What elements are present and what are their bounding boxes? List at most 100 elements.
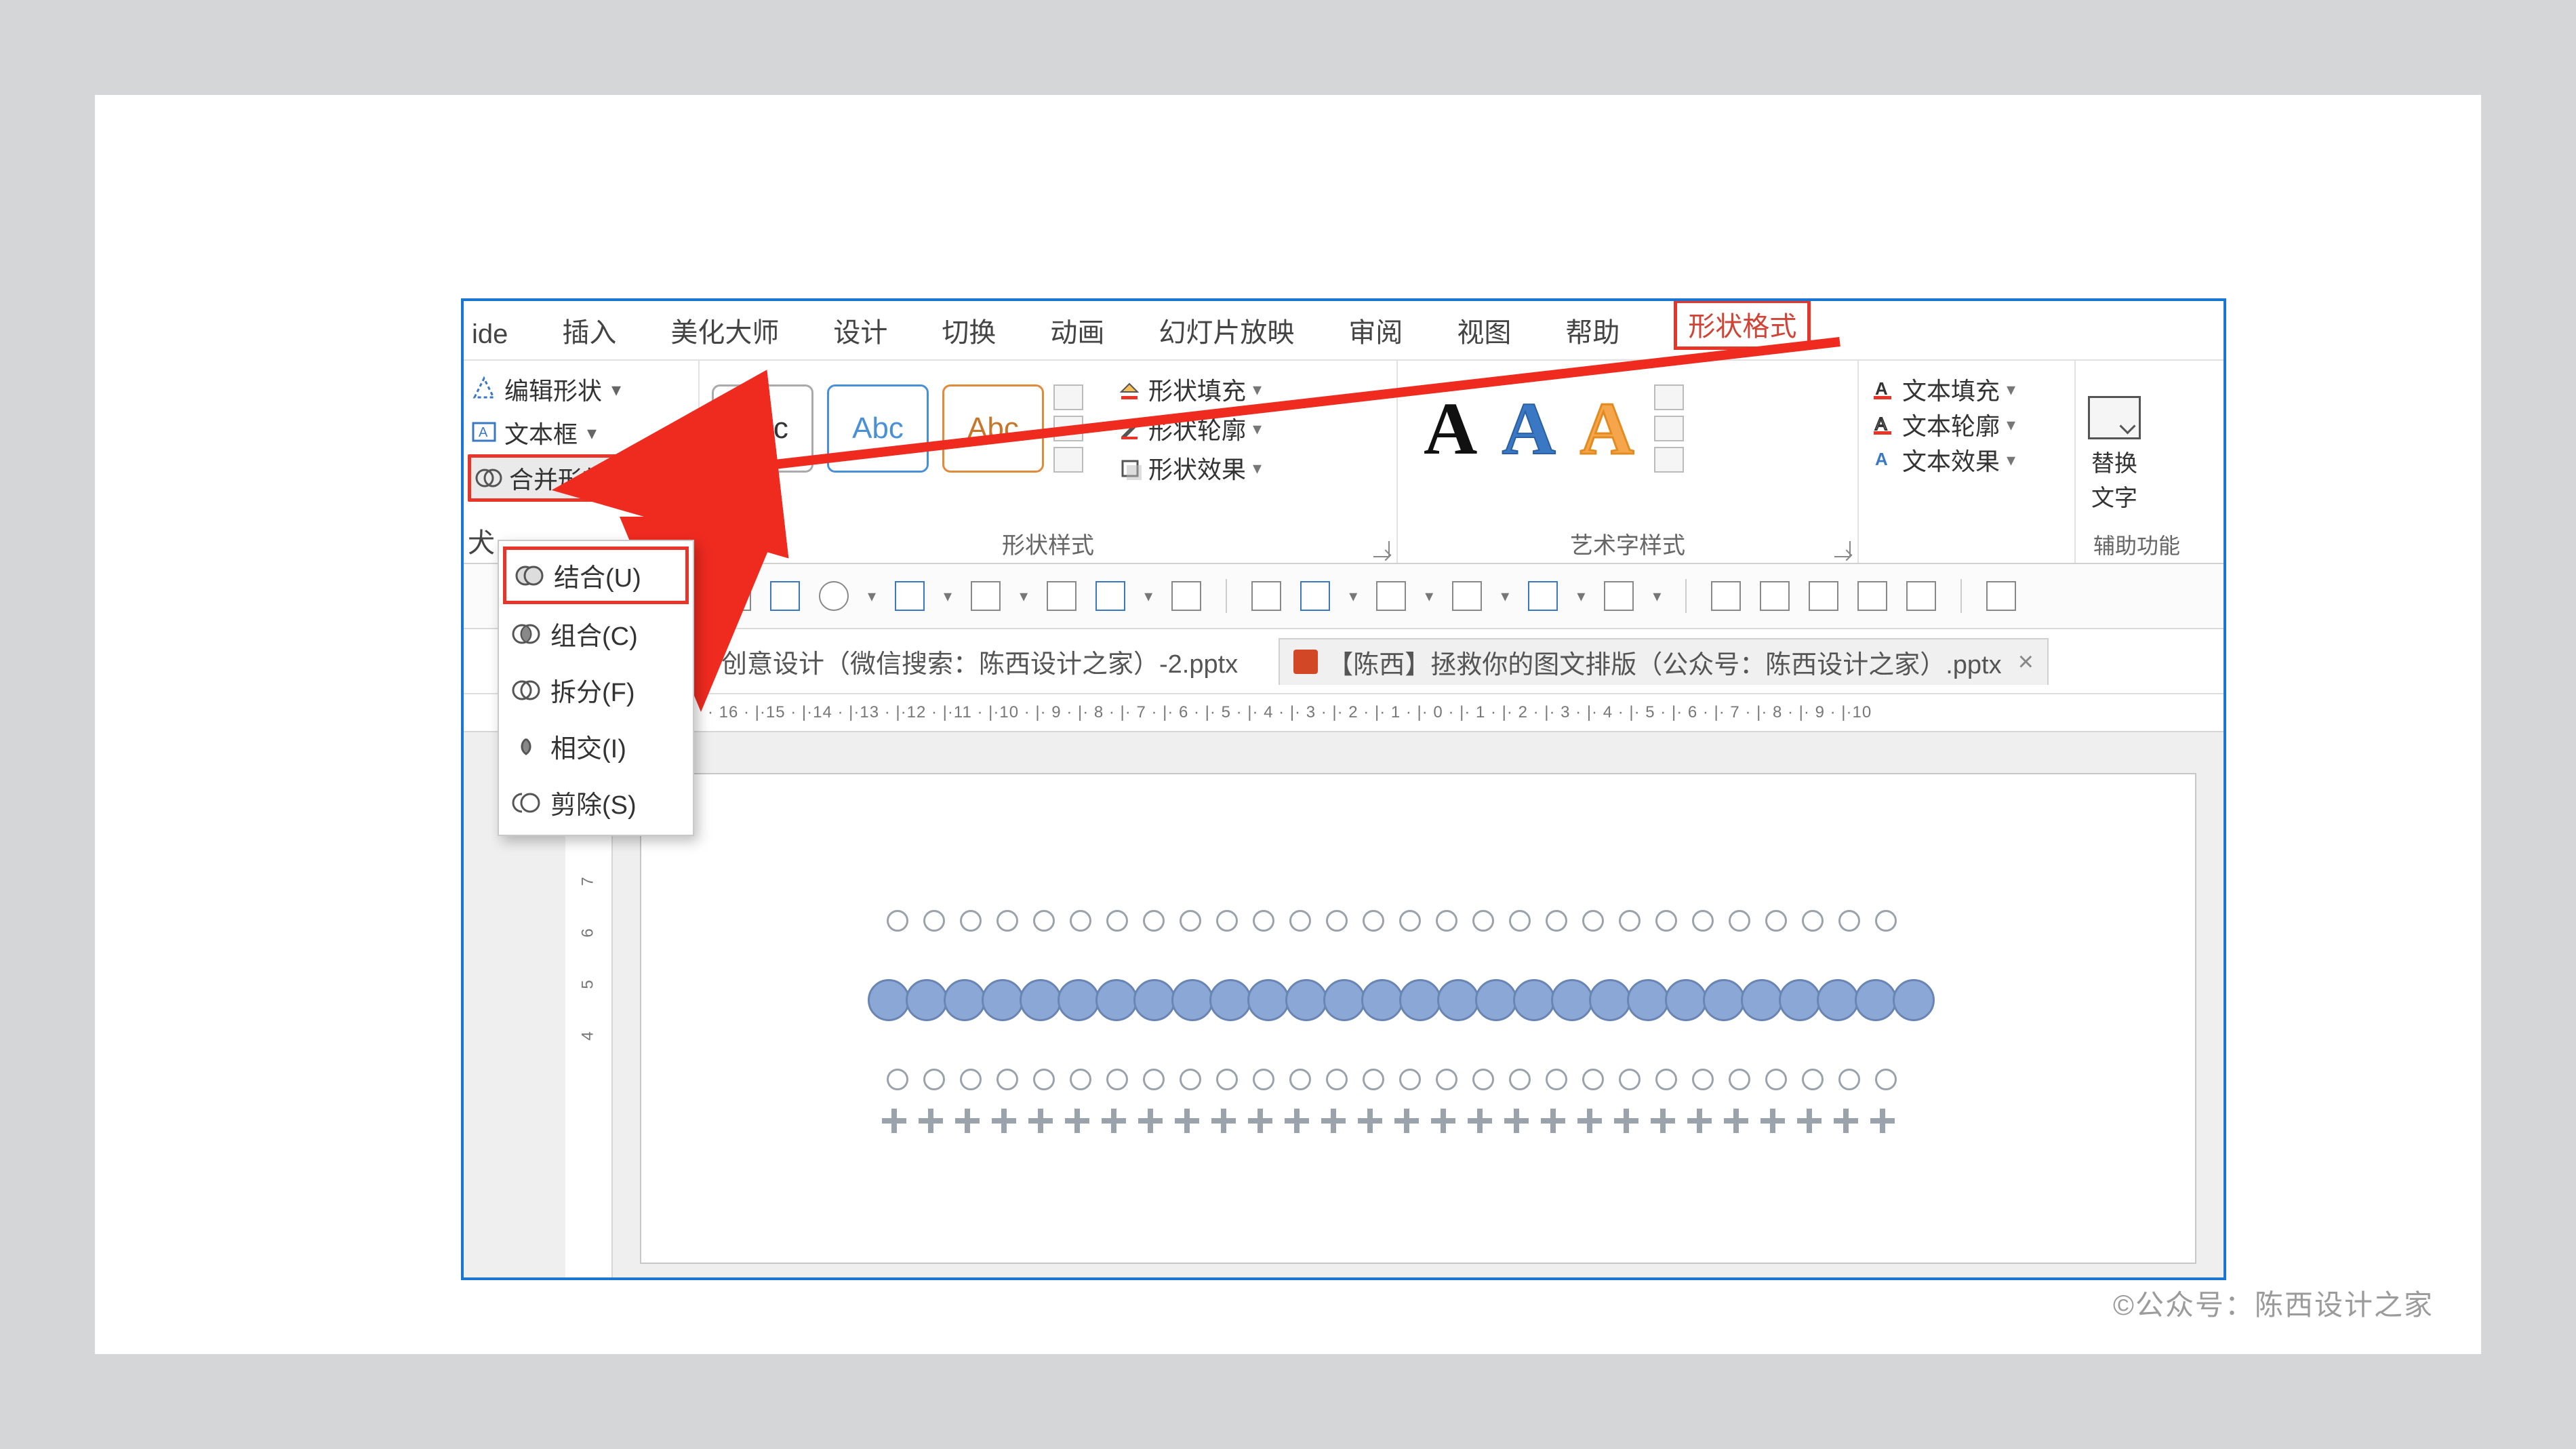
close-icon[interactable]: × [2018,647,2034,677]
text-outline-button[interactable]: A 文本轮廓▾ [1871,407,2062,442]
alt-text-icon [2088,396,2141,439]
ribbon-tabs: ide 插入 美化大师 设计 切换 动画 幻灯片放映 审阅 视图 帮助 形状格式 [464,301,2223,361]
slide-canvas-area: 9 8 7 6 5 4 [464,732,2223,1277]
qat-item[interactable] [1711,581,1741,611]
group-label: 辅助功能 [2076,529,2198,560]
group-shape-styles: Abc Abc Abc 形状填充▾ 形状轮廓▾ [700,361,1398,563]
qat-item[interactable] [1906,581,1936,611]
text-fill-button[interactable]: A 文本填充▾ [1871,372,2062,407]
move-handles [872,1107,2154,1135]
group-insert-shapes: 编辑形状 ▾ A 文本框 ▾ 合并形状 ▾ 犬 [464,361,700,563]
qat-item[interactable] [1760,581,1790,611]
qat-item[interactable] [1604,581,1634,611]
wordart-swatch-1[interactable]: A [1424,391,1477,466]
slide-frame: ide 插入 美化大师 设计 切换 动画 幻灯片放映 审阅 视图 帮助 形状格式… [95,95,2481,1354]
qat-item[interactable] [770,581,800,611]
slide-preview[interactable] [640,773,2196,1264]
qat-item[interactable] [1251,581,1281,611]
group-label: 艺术字样式 [1398,527,1857,560]
edit-shape-label: 编辑形状 [504,372,602,407]
document-tabs: 创意设计（微信搜索：陈西设计之家）-2.pptx 【陈西】拯救你的图文排版（公众… [464,629,2223,694]
menu-combine[interactable]: 组合(C) [499,606,693,662]
menu-union[interactable]: 结合(U) [503,547,689,604]
merge-shapes-label: 合并形状 [509,460,607,496]
text-outline-icon: A [1871,412,1895,437]
tab-view[interactable]: 视图 [1430,304,1538,359]
tab-slideshow[interactable]: 幻灯片放映 [1131,304,1321,359]
shape-effects-button[interactable]: 形状效果▾ [1117,450,1262,485]
qat-item[interactable] [721,581,751,611]
wordart-swatch-2[interactable]: A [1502,391,1555,466]
edit-shape-button[interactable]: 编辑形状 ▾ [468,368,686,411]
wordart-swatch-3[interactable]: A [1580,391,1634,466]
group-accessibility: 替换 文字 辅助功能 [2076,361,2198,563]
tab-beautify[interactable]: 美化大师 [643,304,806,359]
tab-help[interactable]: 帮助 [1538,304,1647,359]
fragment-icon [512,677,540,704]
watermark-text: ©公众号：陈西设计之家 [2113,1282,2434,1324]
merge-shapes-dropdown: 结合(U) 组合(C) 拆分(F) 相交(I) 剪除(S) [498,540,694,836]
qat-item[interactable] [1376,581,1406,611]
svg-text:A: A [479,425,488,440]
svg-text:A: A [1875,414,1887,434]
tab-design[interactable]: 设计 [806,304,914,359]
tab-shape-format[interactable]: 形状格式 [1647,298,1838,359]
document-tab-2[interactable]: 【陈西】拯救你的图文排版（公众号：陈西设计之家）.pptx × [1279,638,2049,685]
chevron-down-icon: ▾ [616,467,626,490]
quick-access-toolbar: ▾ ▾ ▾ ▾ ▾ ▾ ▾ ▾ ▾ [464,564,2223,629]
subtract-icon [512,789,540,816]
qat-item[interactable] [1047,581,1076,611]
qat-item[interactable] [971,581,1001,611]
qat-item[interactable] [1809,581,1838,611]
text-box-icon: A [470,419,498,446]
tab-transition[interactable]: 切换 [914,304,1023,359]
qat-item[interactable] [1095,581,1125,611]
bead-row [872,979,2154,1021]
merge-shapes-button[interactable]: 合并形状 ▾ [468,454,686,502]
style-swatch-1[interactable]: Abc [712,384,813,473]
menu-fragment[interactable]: 拆分(F) [499,662,693,718]
gallery-scroll[interactable] [1053,384,1083,473]
style-swatch-3[interactable]: Abc [942,384,1044,473]
qat-item[interactable] [1857,581,1887,611]
menu-subtract[interactable]: 剪除(S) [499,774,693,831]
qat-item[interactable] [1300,581,1330,611]
handles-bottom [872,1069,2154,1090]
dialog-launcher-icon[interactable] [1834,541,1851,557]
shape-outline-button[interactable]: 形状轮廓▾ [1117,411,1262,446]
merge-shapes-icon [475,464,502,492]
outline-pen-icon [1117,416,1142,441]
qat-item[interactable] [1986,581,2016,611]
svg-text:A: A [1875,378,1888,399]
style-swatch-2[interactable]: Abc [827,384,929,473]
qat-item[interactable] [1171,581,1201,611]
text-effects-icon: A [1871,448,1895,472]
qat-item[interactable] [1528,581,1558,611]
alt-text-button[interactable]: 替换 文字 [2088,396,2141,513]
qat-item[interactable] [1452,581,1482,611]
effects-icon [1117,456,1142,480]
text-box-button[interactable]: A 文本框 ▾ [468,411,686,454]
group-wordart-styles: A A A 艺术字样式 [1398,361,1859,563]
qat-item[interactable] [819,581,849,611]
text-effects-button[interactable]: A 文本效果▾ [1871,442,2062,477]
tab-animation[interactable]: 动画 [1023,304,1131,359]
tab-review[interactable]: 审阅 [1321,304,1430,359]
tab-insert[interactable]: 插入 [535,304,643,359]
text-fill-icon: A [1871,377,1895,401]
selected-shapes[interactable] [872,910,2154,1181]
gallery-scroll[interactable] [1654,384,1684,473]
horizontal-ruler: · 16 · |·15 · |·14 · |·13 · |·12 · |·11 … [464,694,2223,732]
fill-bucket-icon [1117,377,1142,401]
union-icon [516,562,543,589]
shape-fill-button[interactable]: 形状填充▾ [1117,372,1262,407]
tab-partial[interactable]: ide [464,313,535,359]
group-label: 形状样式 [700,527,1396,560]
text-box-label: 文本框 [504,415,578,450]
screenshot-region: ide 插入 美化大师 设计 切换 动画 幻灯片放映 审阅 视图 帮助 形状格式… [461,298,2226,1280]
document-tab-1[interactable]: 创意设计（微信搜索：陈西设计之家）-2.pptx [708,639,1251,684]
chevron-down-icon: ▾ [611,378,621,401]
menu-intersect[interactable]: 相交(I) [499,718,693,774]
qat-item[interactable] [895,581,925,611]
dialog-launcher-icon[interactable] [1373,541,1390,557]
